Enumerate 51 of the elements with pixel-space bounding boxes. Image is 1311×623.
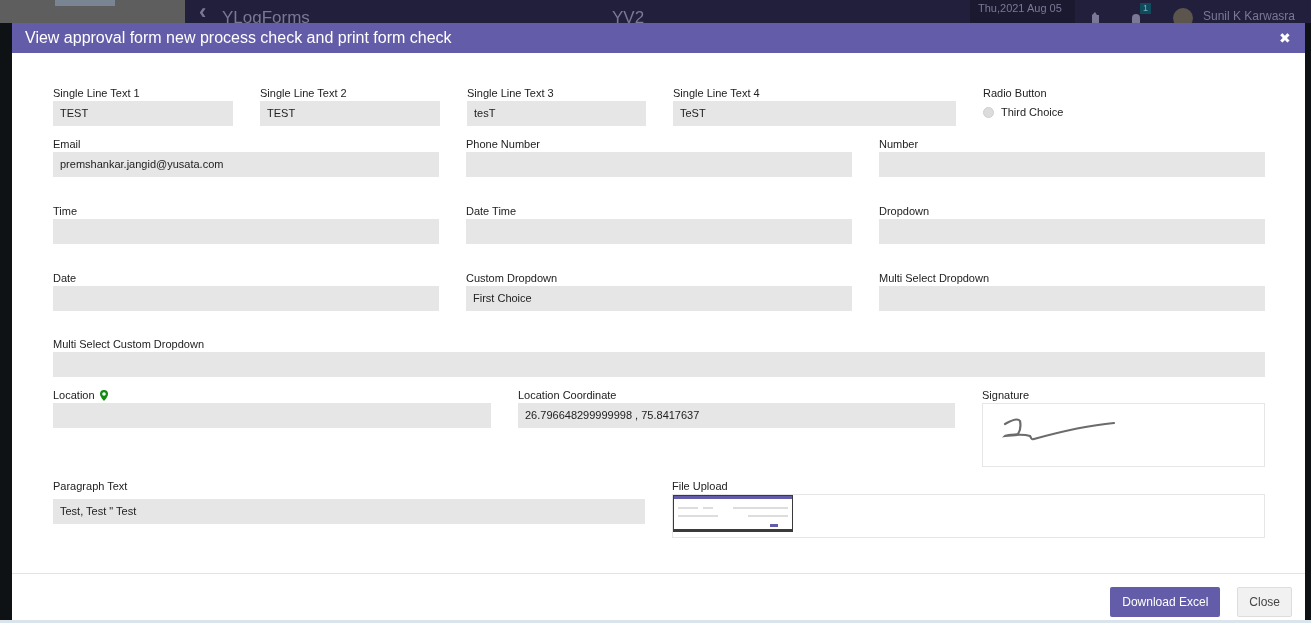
field-label: Custom Dropdown — [466, 270, 558, 286]
input-field[interactable]: TEST — [53, 101, 233, 126]
header-text: YV2 — [612, 8, 645, 28]
field-label: Phone Number — [466, 136, 540, 152]
input-field[interactable] — [53, 352, 1265, 377]
input-field[interactable] — [879, 286, 1265, 311]
user-name[interactable]: Sunil K Karwasra — [1203, 9, 1296, 23]
field-label: Multi Select Custom Dropdown — [53, 336, 204, 352]
app-title: YLogForms — [222, 8, 310, 28]
input-field[interactable]: 26.796648299999998 , 75.8417637 — [518, 403, 955, 428]
location-pin-icon — [99, 389, 108, 401]
input-field[interactable]: TEST — [260, 101, 440, 126]
input-field[interactable]: tesT — [467, 101, 646, 126]
download-button[interactable]: Download Excel — [1110, 587, 1221, 617]
close-button[interactable]: Close — [1237, 587, 1292, 617]
input-field[interactable] — [466, 152, 852, 177]
date-text: Thu,2021 Aug 05 — [978, 1, 1062, 15]
field-label: Time — [53, 203, 78, 219]
radio-label: Third Choice — [1001, 104, 1064, 120]
field-label: File Upload — [672, 478, 728, 494]
field-label: Number — [879, 136, 919, 152]
field-label: Single Line Text 2 — [260, 85, 347, 101]
input-field[interactable] — [466, 219, 852, 244]
modal-title: View approval form new process check and print form check — [25, 28, 452, 48]
field-label: Radio Button — [983, 85, 1047, 101]
input-field[interactable] — [53, 403, 491, 428]
field-label: Date — [53, 270, 77, 286]
input-field[interactable] — [879, 152, 1265, 177]
field-label: Multi Select Dropdown — [879, 270, 990, 286]
back-icon[interactable]: ‹ — [199, 2, 207, 22]
field-label: Single Line Text 4 — [673, 85, 760, 101]
input-field[interactable]: TeST — [673, 101, 956, 126]
field-label: Signature — [982, 387, 1030, 403]
input-field[interactable] — [879, 219, 1265, 244]
radio-button[interactable] — [983, 106, 994, 118]
input-field[interactable]: premshankar.jangid@yusata.com — [53, 152, 439, 177]
field-label: Location — [53, 387, 95, 403]
input-field[interactable] — [53, 219, 439, 244]
input-field[interactable]: Test, Test " Test — [53, 499, 645, 524]
field-label: Single Line Text 1 — [53, 85, 140, 101]
field-label: Single Line Text 3 — [467, 85, 554, 101]
input-field[interactable] — [53, 286, 439, 311]
file-thumbnail[interactable] — [673, 495, 793, 532]
field-label: Date Time — [466, 203, 517, 219]
notification-badge: 1 — [1140, 3, 1151, 14]
bell-icon[interactable] — [1130, 12, 1142, 23]
field-label: Paragraph Text — [53, 478, 128, 494]
input-field[interactable]: First Choice — [466, 286, 852, 311]
field-label: Dropdown — [879, 203, 930, 219]
field-label: Location Coordinate — [518, 387, 617, 403]
field-label: Email — [53, 136, 81, 152]
